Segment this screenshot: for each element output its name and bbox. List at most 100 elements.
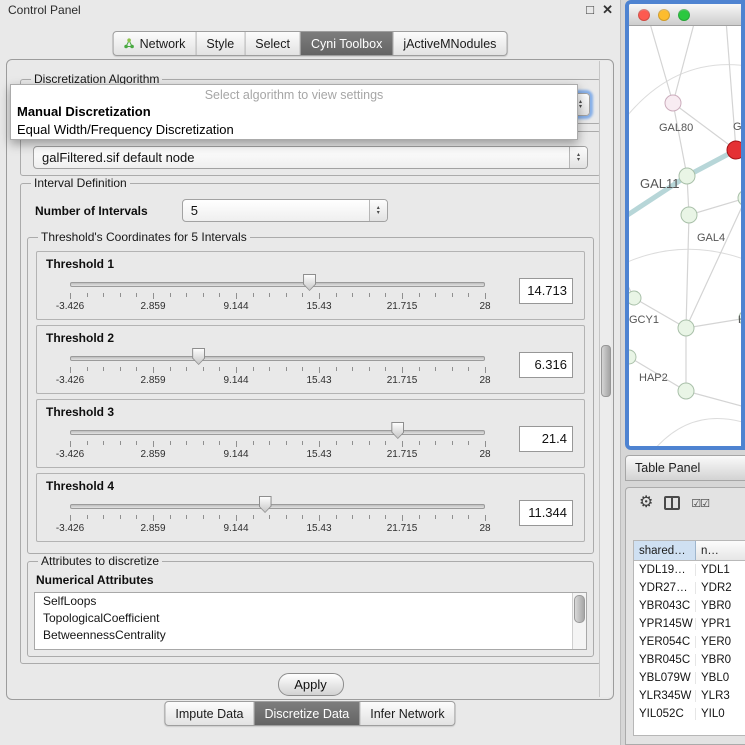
- slider-thumb[interactable]: [259, 496, 272, 513]
- table-row[interactable]: YIL052CYIL0: [634, 705, 745, 723]
- tick-mark: [336, 367, 337, 371]
- dropdown-option[interactable]: Equal Width/Frequency Discretization: [11, 121, 577, 139]
- tab-style[interactable]: Style: [195, 32, 244, 55]
- list-item[interactable]: BetweennessCentrality: [35, 627, 586, 644]
- cell-shared-name: YBL079W: [634, 672, 696, 684]
- tick-mark: [136, 293, 137, 297]
- threshold-value-field[interactable]: [519, 500, 573, 526]
- tick-mark: [87, 441, 88, 445]
- threshold-slider[interactable]: -3.4262.8599.14415.4321.71528: [46, 346, 509, 391]
- tick-mark: [186, 441, 187, 445]
- control-panel-body: Discretization Algorithm ▴▾ Table Data g…: [6, 59, 614, 700]
- tick-mark: [319, 515, 320, 521]
- network-edge: [686, 391, 741, 408]
- table-row[interactable]: YLR345WYLR3: [634, 687, 745, 705]
- table-row[interactable]: YBR043CYBR0: [634, 597, 745, 615]
- threshold-value-field[interactable]: [519, 426, 573, 452]
- select-columns-icon[interactable]: ☑☑: [691, 497, 709, 510]
- slider-thumb[interactable]: [303, 274, 316, 291]
- tab-cyni-toolbox[interactable]: Cyni Toolbox: [300, 32, 392, 55]
- dropdown-option[interactable]: Manual Discretization: [11, 103, 577, 121]
- tick-mark: [385, 441, 386, 445]
- list-item[interactable]: SelfLoops: [35, 593, 586, 610]
- scrollbar-thumb[interactable]: [574, 595, 585, 623]
- tick-label: 28: [479, 301, 490, 312]
- network-node[interactable]: [678, 383, 694, 399]
- threshold-value-field[interactable]: [519, 278, 573, 304]
- threshold-slider[interactable]: -3.4262.8599.14415.4321.71528: [46, 420, 509, 465]
- close-icon[interactable]: ✕: [602, 2, 613, 18]
- tab-network[interactable]: Network: [114, 32, 196, 55]
- network-node[interactable]: [678, 320, 694, 336]
- cell-name: YIL0: [696, 708, 745, 720]
- network-node[interactable]: [665, 95, 681, 111]
- network-node[interactable]: [681, 207, 697, 223]
- columns-icon[interactable]: [664, 496, 680, 510]
- tick-mark: [70, 441, 71, 447]
- tab-impute-data[interactable]: Impute Data: [165, 702, 253, 725]
- slider-track: [70, 356, 485, 361]
- network-canvas[interactable]: GAL80GAGAL11GAL4GCY1HHAP2: [629, 26, 741, 446]
- network-node[interactable]: [738, 190, 741, 206]
- tab-label: Impute Data: [175, 707, 243, 721]
- tick-mark: [153, 515, 154, 521]
- table-row[interactable]: YER054CYER0: [634, 633, 745, 651]
- network-node[interactable]: [679, 168, 695, 184]
- cell-shared-name: YDR27…: [634, 582, 696, 594]
- threshold-slider[interactable]: -3.4262.8599.14415.4321.71528: [46, 272, 509, 317]
- tick-mark: [219, 515, 220, 519]
- tab-label: Infer Network: [370, 707, 444, 721]
- minimize-traffic-light[interactable]: [658, 9, 670, 21]
- network-window-titlebar[interactable]: [629, 4, 741, 26]
- group-title: Attributes to discretize: [38, 554, 162, 568]
- zoom-traffic-light[interactable]: [678, 9, 690, 21]
- tab-jactivemnodules[interactable]: jActiveMNodules: [392, 32, 506, 55]
- float-window-icon[interactable]: □: [586, 2, 594, 17]
- tick-mark: [103, 367, 104, 371]
- num-intervals-combobox[interactable]: 5 ▴▾: [182, 199, 388, 222]
- slider-thumb[interactable]: [192, 348, 205, 365]
- tick-label: 21.715: [387, 375, 418, 386]
- network-node[interactable]: [727, 141, 741, 159]
- slider-thumb[interactable]: [391, 422, 404, 439]
- settings-icon[interactable]: ⚙: [639, 495, 653, 511]
- threshold-row: -3.4262.8599.14415.4321.71528: [46, 494, 575, 539]
- tick-mark: [253, 367, 254, 371]
- tick-mark: [203, 441, 204, 445]
- cell-name: YDR2: [696, 582, 745, 594]
- column-header-shared-name[interactable]: shared…: [634, 541, 696, 560]
- list-scrollbar[interactable]: [572, 593, 586, 649]
- tab-select[interactable]: Select: [244, 32, 300, 55]
- scrollbar-thumb[interactable]: [601, 345, 611, 397]
- tab-label: Style: [206, 37, 234, 51]
- slider-ticks: [70, 441, 485, 448]
- network-node[interactable]: [629, 350, 636, 364]
- tab-infer-network[interactable]: Infer Network: [359, 702, 454, 725]
- threshold-value-field[interactable]: [519, 352, 573, 378]
- tab-discretize-data[interactable]: Discretize Data: [254, 702, 360, 725]
- table-row[interactable]: YBL079WYBL0: [634, 669, 745, 687]
- network-edge: [629, 249, 741, 264]
- list-item[interactable]: TopologicalCoefficient: [35, 610, 586, 627]
- tick-mark: [302, 515, 303, 519]
- numerical-attributes-list: SelfLoopsTopologicalCoefficientBetweenne…: [34, 592, 587, 650]
- cell-shared-name: YBR045C: [634, 654, 696, 666]
- table-row[interactable]: YBR045CYBR0: [634, 651, 745, 669]
- control-panel-scrollbar[interactable]: [599, 61, 611, 697]
- table-row[interactable]: YDR27…YDR2: [634, 579, 745, 597]
- column-header-name[interactable]: n…: [696, 541, 745, 560]
- tick-mark: [136, 441, 137, 445]
- threshold-panel: Threshold 1-3.4262.8599.14415.4321.71528: [36, 251, 585, 320]
- table-row[interactable]: YDL19…YDL1: [634, 561, 745, 579]
- apply-button[interactable]: Apply: [278, 673, 344, 696]
- table-data-combobox[interactable]: galFiltered.sif default node ▴▾: [33, 146, 588, 169]
- network-node[interactable]: [629, 291, 641, 305]
- threshold-slider[interactable]: -3.4262.8599.14415.4321.71528: [46, 494, 509, 539]
- tick-label: 9.144: [223, 449, 248, 460]
- tick-mark: [319, 293, 320, 299]
- table-row[interactable]: YPR145WYPR1: [634, 615, 745, 633]
- tick-label: -3.426: [56, 449, 84, 460]
- close-traffic-light[interactable]: [638, 9, 650, 21]
- tick-mark: [419, 367, 420, 371]
- threshold-row: -3.4262.8599.14415.4321.71528: [46, 346, 575, 391]
